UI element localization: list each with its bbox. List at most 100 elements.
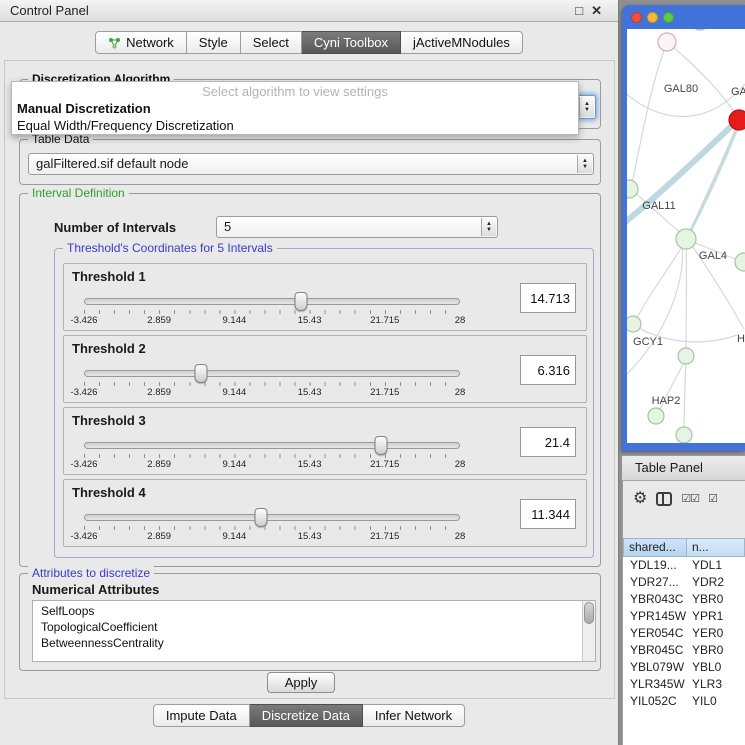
list-scrollbar[interactable] [582, 601, 595, 661]
slider-track[interactable] [84, 514, 460, 521]
numerical-attributes-listbox[interactable]: SelfLoopsTopologicalCoefficientBetweenne… [32, 600, 596, 662]
network-node[interactable] [648, 408, 664, 424]
threshold-value-input[interactable] [520, 427, 576, 457]
control-panel-titlebar[interactable]: Control Panel □ ✕ [0, 0, 618, 22]
close-traffic-light-icon[interactable] [631, 12, 642, 23]
table-cell[interactable]: YLR3 [687, 676, 745, 693]
tab-style[interactable]: Style [187, 31, 241, 54]
table-cell[interactable]: YBL079W [623, 659, 687, 676]
table-cell[interactable]: YBL0 [687, 659, 745, 676]
number-of-intervals-combobox[interactable]: 5 ▲ ▼ [216, 216, 498, 238]
select-all-checkbox-icon[interactable]: ☑☑ [681, 490, 699, 508]
table-cell[interactable]: YDR27... [623, 574, 687, 591]
threshold-slider[interactable]: -3.4262.8599.14415.4321.71528 [84, 364, 460, 400]
tab-network[interactable]: Network [95, 31, 187, 54]
tick-label: 15.43 [298, 387, 322, 398]
network-node[interactable] [676, 427, 692, 443]
table-panel-titlebar[interactable]: Table Panel [622, 455, 745, 481]
threshold-panel: Threshold 4 -3.4262.8599.14415.4321.7152… [63, 479, 587, 547]
tab-jactivemnodules[interactable]: jActiveMNodules [401, 31, 523, 54]
slider-track[interactable] [84, 298, 460, 305]
dropdown-item-manual-discretization[interactable]: Manual Discretization [12, 100, 578, 117]
threshold-value-input[interactable] [520, 355, 576, 385]
network-node[interactable] [678, 348, 694, 364]
thresholds-group-label: Threshold's Coordinates for 5 Intervals [63, 241, 277, 255]
minimize-icon[interactable]: □ [575, 3, 583, 19]
scrollbar-thumb[interactable] [584, 602, 594, 624]
threshold-value-input[interactable] [520, 499, 576, 529]
table-cell[interactable]: YLR345W [623, 676, 687, 693]
combo-stepper-icon[interactable]: ▲ ▼ [481, 218, 496, 236]
network-canvas[interactable]: GAL80 GA GAL11 GAL4 GCY1 H HAP2 [627, 29, 745, 443]
network-node[interactable] [627, 180, 638, 198]
table-row[interactable]: YIL052CYIL0 [623, 693, 745, 710]
minimize-traffic-light-icon[interactable] [647, 12, 658, 23]
table-cell[interactable]: YDR2 [687, 574, 745, 591]
table-row[interactable]: YLR345WYLR3 [623, 676, 745, 693]
column-header-name[interactable]: n... [687, 538, 745, 557]
column-header-shared-name[interactable]: shared... [623, 538, 687, 557]
table-row[interactable]: YDL19...YDL1 [623, 557, 745, 574]
threshold-slider[interactable]: -3.4262.8599.14415.4321.71528 [84, 436, 460, 472]
table-data-combobox[interactable]: galFiltered.sif default node ▲ ▼ [28, 153, 594, 175]
select-checkbox-icon[interactable]: ☑ [708, 490, 717, 508]
tab-infer-network[interactable]: Infer Network [363, 704, 465, 727]
table-cell[interactable]: YBR0 [687, 642, 745, 659]
slider-thumb[interactable] [194, 364, 207, 383]
tick-label: 9.144 [223, 459, 247, 470]
network-node[interactable] [658, 33, 676, 51]
slider-thumb[interactable] [254, 508, 267, 527]
tab-cyni-toolbox[interactable]: Cyni Toolbox [302, 31, 401, 54]
table-cell[interactable]: YPR145W [623, 608, 687, 625]
table-row[interactable]: YBR045CYBR0 [623, 642, 745, 659]
slider-track[interactable] [84, 442, 460, 449]
gear-icon[interactable]: ⚙ [633, 490, 647, 508]
attribute-list-item[interactable]: TopologicalCoefficient [33, 619, 581, 635]
table-cell[interactable]: YIL0 [687, 693, 745, 710]
dropdown-item-equal-width-frequency[interactable]: Equal Width/Frequency Discretization [12, 117, 578, 134]
number-of-intervals-value: 5 [224, 217, 477, 237]
attribute-list-item[interactable]: SelfLoops [33, 603, 581, 619]
threshold-value-input[interactable] [520, 283, 576, 313]
slider-track[interactable] [84, 370, 460, 377]
columns-icon[interactable] [656, 492, 672, 506]
threshold-panel: Threshold 2 -3.4262.8599.14415.4321.7152… [63, 335, 587, 403]
zoom-traffic-light-icon[interactable] [663, 12, 674, 23]
table-cell[interactable]: YBR043C [623, 591, 687, 608]
tab-impute-data[interactable]: Impute Data [153, 704, 250, 727]
table-row[interactable]: YDR27...YDR2 [623, 574, 745, 591]
network-node[interactable] [691, 29, 709, 30]
tick-label: 21.715 [370, 387, 399, 398]
table-cell[interactable]: YBR045C [623, 642, 687, 659]
table-cell[interactable]: YER0 [687, 625, 745, 642]
table-row[interactable]: YBR043CYBR0 [623, 591, 745, 608]
slider-thumb[interactable] [294, 292, 307, 311]
tab-select[interactable]: Select [241, 31, 302, 54]
tick-label: 21.715 [370, 459, 399, 470]
table-cell[interactable]: YBR0 [687, 591, 745, 608]
tab-discretize-data[interactable]: Discretize Data [250, 704, 363, 727]
table-cell[interactable]: YIL052C [623, 693, 687, 710]
network-node-selected[interactable] [729, 110, 745, 130]
threshold-slider[interactable]: -3.4262.8599.14415.4321.71528 [84, 292, 460, 328]
network-node[interactable] [735, 253, 745, 271]
table-row[interactable]: YER054CYER0 [623, 625, 745, 642]
network-node[interactable] [676, 229, 696, 249]
attribute-list-item[interactable]: BetweennessCentrality [33, 635, 581, 651]
table-cell[interactable]: YDL19... [623, 557, 687, 574]
table-cell[interactable]: YPR1 [687, 608, 745, 625]
table-row[interactable]: YBL079WYBL0 [623, 659, 745, 676]
tick-label: 15.43 [298, 531, 322, 542]
slider-thumb[interactable] [375, 436, 388, 455]
table-row[interactable]: YPR145WYPR1 [623, 608, 745, 625]
table-cell[interactable]: YDL1 [687, 557, 745, 574]
network-edge [627, 244, 683, 379]
combo-stepper-icon[interactable]: ▲ ▼ [577, 155, 592, 173]
network-view-window[interactable]: GAL80 GA GAL11 GAL4 GCY1 H HAP2 [622, 5, 745, 451]
close-icon[interactable]: ✕ [591, 3, 602, 19]
apply-button[interactable]: Apply [267, 672, 335, 693]
threshold-slider[interactable]: -3.4262.8599.14415.4321.71528 [84, 508, 460, 544]
table-cell[interactable]: YER054C [623, 625, 687, 642]
network-node[interactable] [627, 316, 641, 332]
combo-stepper-icon[interactable]: ▲ ▼ [579, 97, 594, 117]
